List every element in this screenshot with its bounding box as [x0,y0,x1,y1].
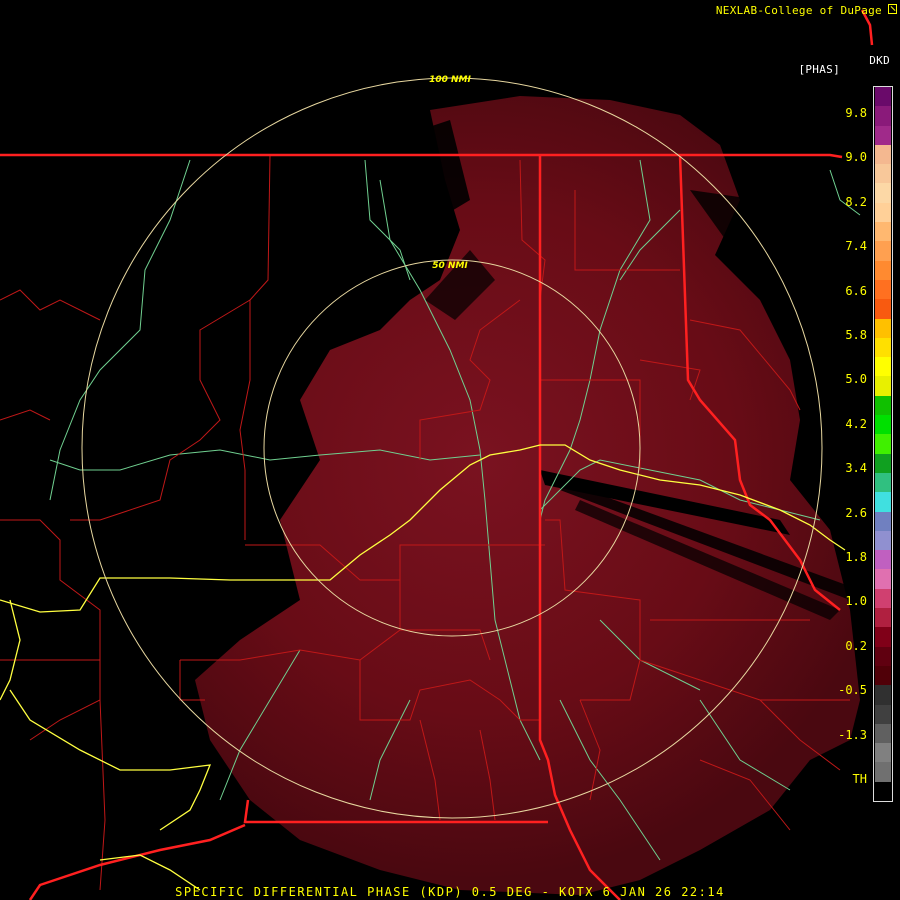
color-scale-swatch [875,183,891,204]
color-scale-tick-label: 6.6 [845,283,867,298]
color-scale-tick-label: 9.8 [845,106,867,120]
color-scale-swatch [875,762,891,783]
color-scale-swatch [875,318,891,339]
color-scale-swatch [875,434,891,455]
color-scale-tick-label: 5.8 [845,328,867,342]
color-scale-tick-label: 8.2 [845,194,867,209]
color-scale-tick-label: 9.0 [845,150,867,165]
color-scale-swatch [875,492,891,513]
color-scale-swatch [875,222,891,242]
color-scale-tick-label: TH [852,772,867,786]
color-scale-tick-label: -1.3 [838,727,867,742]
color-scale-tick-label: 5.0 [845,372,867,387]
color-scale-swatch [875,781,891,802]
color-scale-bar [873,86,893,802]
color-scale-swatch [875,144,891,165]
color-scale-swatch [875,395,891,416]
color-scale-swatch [875,704,891,725]
color-scale-swatch [875,588,891,609]
product-caption: SPECIFIC DIFFERENTIAL PHASE (KDP) 0.5 DE… [175,885,725,899]
color-scale-swatch [875,743,891,763]
color-scale-swatch [875,608,891,628]
color-scale-swatch [875,125,891,146]
color-scale-tick-label: 1.8 [845,550,867,564]
color-scale-tick-label: 4.2 [845,416,867,431]
color-scale-tick-label: 3.4 [845,461,867,476]
unit-label: [PHAS] [798,63,840,76]
color-scale-swatch [875,279,891,300]
color-scale-swatch [875,723,891,744]
color-scale-tick-label: 7.4 [845,239,867,254]
color-scale-swatch [875,685,891,705]
color-scale-swatch [875,627,891,648]
color-scale-swatch [875,241,891,262]
color-scale-swatch [875,646,891,667]
color-scale-swatch [875,260,891,281]
radar-site-label: DKD [869,54,890,67]
color-scale-tick-label: 1.0 [845,594,867,609]
color-scale-tick-label: 0.2 [845,638,867,653]
external-link-icon[interactable] [888,4,897,14]
ring-label-50: 50 NMI [432,261,468,271]
color-scale-swatch [875,202,891,223]
color-scale-swatch [875,550,891,570]
color-scale-swatch [875,337,891,358]
color-scale-swatch [875,530,891,551]
color-scale-swatch [875,106,891,127]
color-scale-tick-label: 2.6 [845,505,867,520]
radar-map[interactable]: 50 NMI 100 NMI [0,0,900,900]
color-scale-swatch [875,665,891,686]
color-scale-swatch [875,357,891,377]
credit-label[interactable]: NEXLAB-College of DuPage [716,4,882,17]
color-scale-swatch [875,569,891,590]
color-scale-swatch [875,376,891,397]
color-scale-swatch [875,87,891,107]
color-scale-swatch [875,453,891,474]
color-scale-swatch [875,511,891,532]
ring-label-100: 100 NMI [429,75,471,85]
color-scale-swatch [875,472,891,493]
color-scale-swatch [875,415,891,435]
color-scale-swatch [875,299,891,320]
color-scale-swatch [875,164,891,184]
color-scale-tick-label: -0.5 [838,683,867,698]
